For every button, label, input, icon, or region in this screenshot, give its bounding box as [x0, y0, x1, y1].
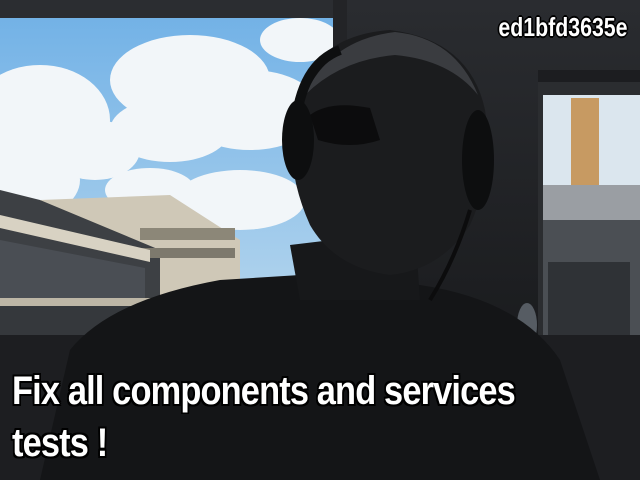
chimney — [571, 98, 599, 193]
watermark-id: ed1bfd3635e — [498, 12, 628, 42]
factory-roof — [543, 185, 640, 220]
glasses — [310, 105, 380, 145]
headphone-cup-left — [282, 100, 314, 180]
window-frame-top — [0, 0, 340, 18]
webcam-frame: ed1bfd3635e Fix all components and servi… — [0, 0, 640, 480]
right-window — [538, 70, 640, 350]
headphone-cup-right — [462, 110, 494, 210]
caption-line-2: tests ! — [12, 421, 108, 465]
monitor — [548, 262, 630, 337]
caption-line-1: Fix all components and services — [12, 369, 516, 413]
